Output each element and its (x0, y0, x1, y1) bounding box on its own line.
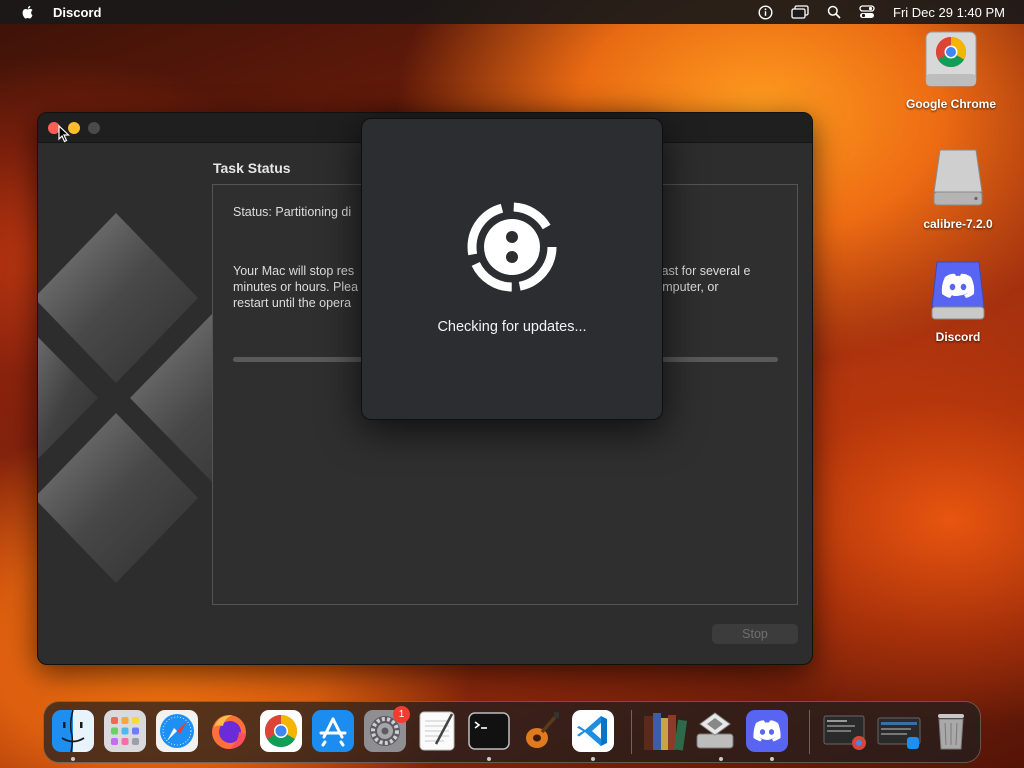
dock-textedit[interactable] (416, 710, 458, 752)
notification-badge: 1 (393, 706, 410, 723)
guitar-icon (526, 712, 559, 748)
discord-icon (746, 710, 788, 752)
books-icon (644, 713, 688, 751)
dock-running-indicator (591, 757, 595, 761)
screens-icon[interactable] (791, 5, 809, 19)
dock-boot-camp-assistant[interactable] (694, 710, 736, 752)
control-center-icon[interactable] (859, 5, 875, 19)
dock-finder[interactable] (52, 709, 94, 753)
dock-app-store[interactable] (312, 710, 354, 752)
dock-firefox[interactable] (208, 710, 250, 752)
dock-discord[interactable] (746, 710, 788, 752)
dock-separator (809, 710, 810, 754)
dock-trash[interactable] (930, 710, 972, 752)
dock-separator (631, 710, 632, 754)
desktop-icon-label: Google Chrome (905, 97, 996, 111)
boot-camp-icon (696, 712, 734, 749)
discord-drive-icon (931, 261, 985, 320)
dock-running-indicator (770, 757, 774, 761)
finder-icon (52, 709, 94, 753)
chrome-drive-icon (925, 31, 977, 87)
vscode-icon (572, 710, 614, 752)
safari-icon (156, 710, 198, 752)
disk-drive-icon (933, 149, 983, 206)
dock-garageband[interactable] (520, 710, 562, 752)
dock-vscode[interactable] (572, 710, 614, 752)
discord-updater-dialog: Checking for updates... (361, 118, 663, 420)
stop-button[interactable]: Stop (712, 624, 798, 644)
apple-icon[interactable] (20, 4, 36, 20)
dock-safari[interactable] (156, 710, 198, 752)
status-text: Status: Partitioning di (233, 205, 352, 219)
task-status-title: Task Status (213, 160, 291, 176)
zoom-button[interactable] (88, 122, 100, 134)
window-preview-icon (877, 717, 921, 749)
terminal-icon (468, 712, 510, 750)
discord-updater-logo-icon (467, 202, 557, 292)
app-store-icon (312, 710, 354, 752)
desktop-icon-discord[interactable]: Discord (903, 259, 1013, 344)
textedit-icon (419, 711, 455, 751)
menu-app-name[interactable]: Discord (53, 5, 101, 20)
mouse-cursor-icon (58, 125, 70, 143)
menu-clock[interactable]: Fri Dec 29 1:40 PM (893, 5, 1005, 20)
spotlight-icon[interactable] (827, 5, 841, 19)
updater-message: Checking for updates... (437, 319, 587, 335)
trash-icon (938, 714, 964, 750)
chrome-icon (260, 710, 302, 752)
dock-running-indicator (71, 757, 75, 761)
dock-window-preview-finder[interactable] (876, 710, 922, 752)
dock-running-indicator (719, 757, 723, 761)
dock-terminal[interactable] (468, 710, 510, 752)
dock-chrome[interactable] (260, 710, 302, 752)
firefox-icon (212, 715, 246, 749)
info-icon[interactable] (758, 4, 773, 20)
desktop-icon-google-chrome[interactable]: Google Chrome (896, 30, 1006, 111)
launchpad-icon (104, 710, 146, 752)
dock-running-indicator (487, 757, 491, 761)
desktop-icon-calibre[interactable]: calibre-7.2.0 (903, 146, 1013, 231)
window-preview-icon (823, 715, 866, 750)
dock: 1 (43, 701, 981, 763)
dock-system-settings[interactable]: 1 (364, 706, 410, 752)
dock-window-preview-chrome[interactable] (822, 710, 868, 752)
desktop-icon-label: Discord (935, 330, 981, 344)
dock-calibre[interactable] (642, 710, 688, 752)
menu-bar: Discord Fri Dec 29 1:40 PM (0, 0, 1024, 24)
description-text-right: y last for several e computer, or (649, 264, 751, 294)
dock-launchpad[interactable] (104, 710, 146, 752)
desktop-icon-label: calibre-7.2.0 (923, 217, 993, 231)
